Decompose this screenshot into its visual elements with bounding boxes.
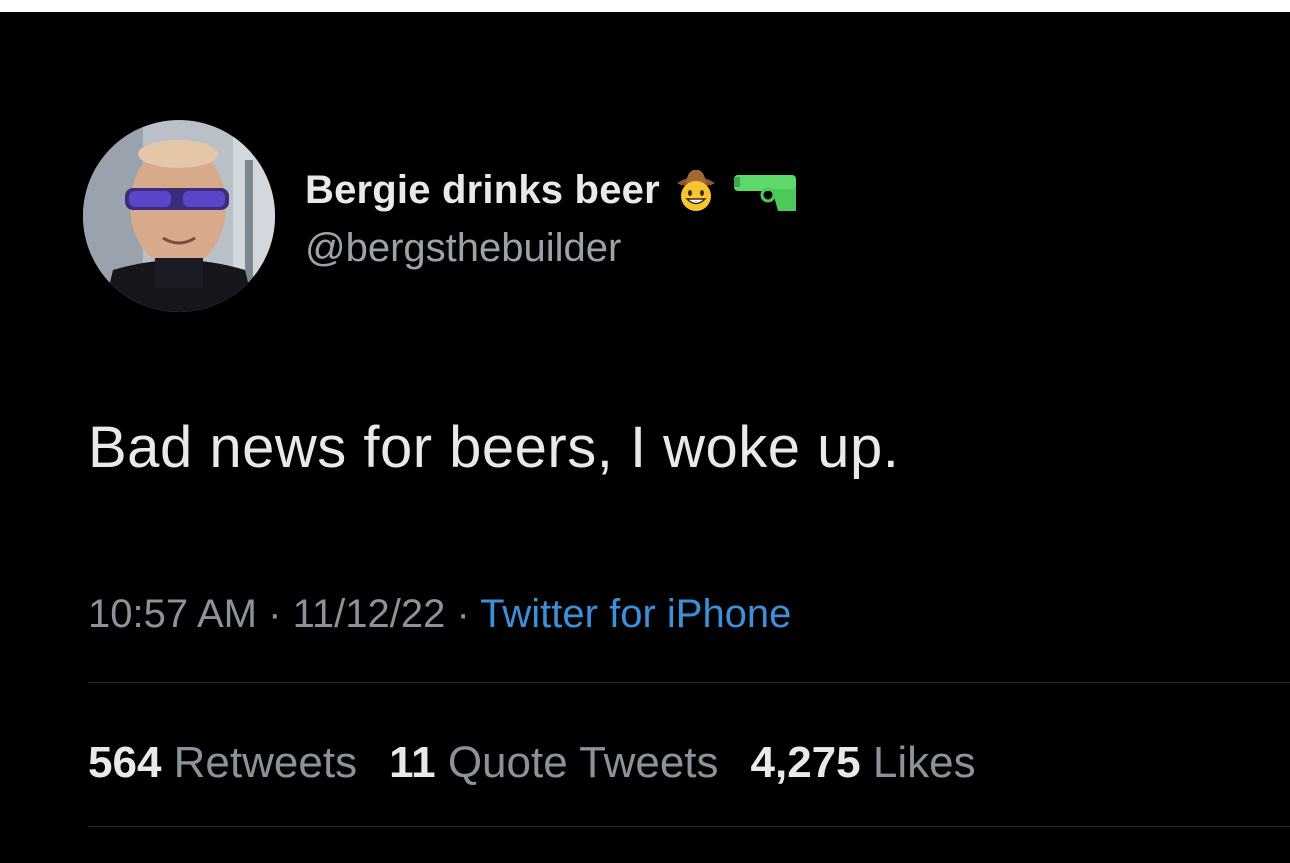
display-name[interactable]: Bergie drinks beer xyxy=(305,168,660,213)
tweet-text: Bad news for beers, I woke up. xyxy=(88,415,900,480)
tweet-meta: 10:57 AM · 11/12/22 · Twitter for iPhone xyxy=(88,592,791,637)
avatar[interactable] xyxy=(83,120,275,312)
retweets-stat[interactable]: 564 Retweets xyxy=(88,738,357,788)
tweet-time[interactable]: 10:57 AM xyxy=(88,592,257,636)
tweet-card: Bergie drinks beer @bergsthebuilder Bad … xyxy=(0,12,1290,863)
display-name-row[interactable]: Bergie drinks beer xyxy=(305,160,800,220)
retweets-count: 564 xyxy=(88,738,162,787)
divider xyxy=(88,826,1290,827)
water-pistol-icon xyxy=(733,175,796,211)
meta-separator: · xyxy=(268,592,282,636)
user-handle[interactable]: @bergsthebuilder xyxy=(305,226,621,271)
likes-label: Likes xyxy=(872,738,976,787)
retweets-label: Retweets xyxy=(173,738,358,787)
quote-tweets-label: Quote Tweets xyxy=(447,738,719,787)
likes-stat[interactable]: 4,275 Likes xyxy=(751,738,976,788)
engagement-stats: 564 Retweets 11 Quote Tweets 4,275 Likes xyxy=(88,738,976,788)
quote-tweets-stat[interactable]: 11 Quote Tweets xyxy=(389,738,718,788)
meta-separator: · xyxy=(456,592,470,636)
divider xyxy=(88,682,1290,683)
likes-count: 4,275 xyxy=(750,738,861,787)
tweet-date[interactable]: 11/12/22 xyxy=(293,592,446,636)
tweet-source-link[interactable]: Twitter for iPhone xyxy=(480,592,791,636)
quote-tweets-count: 11 xyxy=(389,738,436,787)
cowboy-hat-face-icon xyxy=(676,169,715,211)
avatar-photo xyxy=(83,120,275,312)
